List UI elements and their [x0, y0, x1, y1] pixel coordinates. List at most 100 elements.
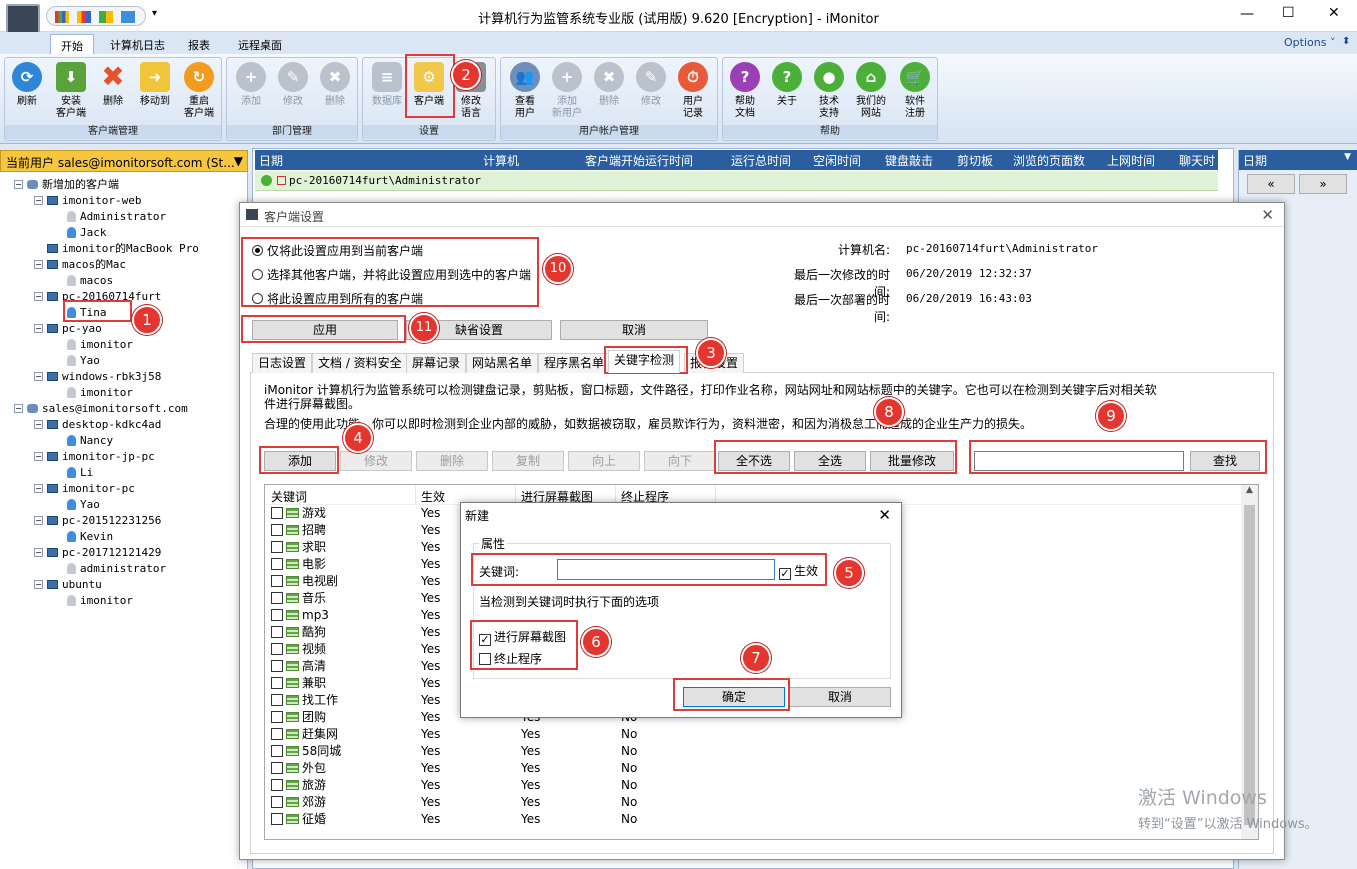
edit-keyword-button[interactable]: 修改: [340, 451, 412, 471]
collapse-icon[interactable]: −: [34, 260, 43, 269]
col-online-time[interactable]: 上网时间: [1107, 152, 1155, 169]
collapse-icon[interactable]: −: [34, 548, 43, 557]
col-date[interactable]: 日期: [259, 152, 283, 169]
list-item[interactable]: 征婚 Yes Yes No: [265, 811, 1258, 828]
tree-node[interactable]: − windows-rbk3j58: [14, 368, 247, 384]
checkbox-icon[interactable]: [271, 541, 283, 553]
collapse-icon[interactable]: −: [34, 580, 43, 589]
register-button[interactable]: 🛒 软件 注册: [895, 62, 935, 120]
view-users-button[interactable]: 👥 查看 用户: [505, 62, 545, 120]
checkbox-icon[interactable]: [271, 626, 283, 638]
tree-node[interactable]: − pc-yao: [14, 320, 247, 336]
tree-node[interactable]: − pc-201712121429: [14, 544, 247, 560]
checkbox-icon[interactable]: [271, 609, 283, 621]
tree-node[interactable]: Yao: [14, 352, 247, 368]
close-button[interactable]: ✕: [1328, 5, 1340, 21]
list-item[interactable]: 外包 Yes Yes No: [265, 760, 1258, 777]
minimize-button[interactable]: —: [1240, 6, 1254, 22]
collapse-icon[interactable]: −: [34, 484, 43, 493]
tab-screen-record[interactable]: 屏幕记录: [406, 353, 467, 373]
tree-node[interactable]: − imonitor-pc: [14, 480, 247, 496]
collapse-icon[interactable]: −: [14, 180, 23, 189]
tree-node[interactable]: Administrator: [14, 208, 247, 224]
tree-node[interactable]: imonitor: [14, 384, 247, 400]
tab-computer-log[interactable]: 计算机日志: [100, 34, 175, 54]
new-cancel-button[interactable]: 取消: [789, 687, 891, 707]
checkbox-icon[interactable]: [271, 711, 283, 723]
refresh-button[interactable]: ⟳ 刷新: [7, 62, 47, 108]
user-log-button[interactable]: ⏱ 用户 记录: [673, 62, 713, 120]
col-computer[interactable]: 计算机: [483, 152, 519, 169]
tab-program-blacklist[interactable]: 程序黑名单: [538, 353, 611, 373]
collapse-icon[interactable]: −: [34, 452, 43, 461]
delete-client-button[interactable]: ✖ 删除: [93, 62, 133, 108]
collapse-icon[interactable]: −: [14, 404, 23, 413]
install-client-button[interactable]: ⬇ 安装 客户端: [51, 62, 91, 120]
collapse-icon[interactable]: −: [34, 292, 43, 301]
checkbox-icon[interactable]: [271, 677, 283, 689]
move-down-button[interactable]: 向下: [644, 451, 716, 471]
tree-node[interactable]: − sales@imonitorsoft.com: [14, 400, 247, 416]
tab-start[interactable]: 开始: [50, 34, 94, 54]
our-website-button[interactable]: ⌂ 我们的 网站: [851, 62, 891, 120]
list-item[interactable]: 58同城 Yes Yes No: [265, 743, 1258, 760]
tech-support-button[interactable]: ● 技术 支持: [809, 62, 849, 120]
help-doc-button[interactable]: ? 帮助 文档: [725, 62, 765, 120]
col-enabled[interactable]: 生效: [421, 488, 445, 505]
table-row[interactable]: pc-20160714furt\Administrator: [255, 171, 1218, 191]
col-clipboard[interactable]: 剪切板: [957, 152, 993, 169]
collapse-icon[interactable]: −: [34, 516, 43, 525]
cancel-button[interactable]: 取消: [560, 320, 708, 340]
checkbox-icon[interactable]: [271, 507, 283, 519]
list-item[interactable]: 旅游 Yes Yes No: [265, 777, 1258, 794]
checkbox-icon[interactable]: [271, 728, 283, 740]
new-dialog-close-icon[interactable]: ✕: [878, 506, 891, 524]
collapse-icon[interactable]: −: [34, 372, 43, 381]
maximize-button[interactable]: ☐: [1282, 5, 1295, 21]
list-item[interactable]: 赶集网 Yes Yes No: [265, 726, 1258, 743]
tree-node[interactable]: Yao: [14, 496, 247, 512]
tree-node[interactable]: − pc-201512231256: [14, 512, 247, 528]
col-chat-time[interactable]: 聊天时: [1179, 152, 1215, 169]
move-to-button[interactable]: ➜ 移动到: [135, 62, 175, 108]
tree-node[interactable]: macos: [14, 272, 247, 288]
delete-keyword-button[interactable]: 删除: [416, 451, 488, 471]
delete-user-button[interactable]: ✖ 删除: [589, 62, 629, 108]
database-button[interactable]: ≡ 数据库: [367, 62, 407, 108]
tab-keyword-detection[interactable]: 关键字检测: [608, 350, 681, 373]
list-item[interactable]: 郊游 Yes Yes No: [265, 794, 1258, 811]
dept-edit-button[interactable]: ✎ 修改: [273, 62, 313, 108]
tab-doc-security[interactable]: 文档 / 资料安全: [312, 353, 408, 373]
prev-button[interactable]: «: [1247, 174, 1295, 194]
checkbox-icon[interactable]: [271, 575, 283, 587]
tree-node[interactable]: imonitor: [14, 336, 247, 352]
tree-node[interactable]: − imonitor-jp-pc: [14, 448, 247, 464]
tab-report[interactable]: 报表: [178, 34, 220, 54]
options-menu[interactable]: Options ˅: [1284, 36, 1335, 49]
tree-node[interactable]: Nancy: [14, 432, 247, 448]
checkbox-icon[interactable]: [271, 524, 283, 536]
checkbox-icon[interactable]: [271, 592, 283, 604]
dialog-close-icon[interactable]: ✕: [1261, 206, 1274, 224]
tree-node[interactable]: − imonitor-web: [14, 192, 247, 208]
add-user-button[interactable]: + 添加 新用户: [547, 62, 587, 120]
checkbox-icon[interactable]: [271, 796, 283, 808]
tree-node[interactable]: − macos的Mac: [14, 256, 247, 272]
tree-node[interactable]: imonitor: [14, 592, 247, 608]
col-idle-time[interactable]: 空闲时间: [813, 152, 861, 169]
dept-add-button[interactable]: + 添加: [231, 62, 271, 108]
col-keyword[interactable]: 关键词: [271, 488, 307, 505]
checkbox-icon[interactable]: [271, 762, 283, 774]
col-keystrokes[interactable]: 键盘敲击: [885, 152, 933, 169]
scroll-up-icon[interactable]: ▲: [1241, 485, 1258, 495]
ribbon-collapse-icon[interactable]: ⬍: [1342, 36, 1350, 47]
edit-user-button[interactable]: ✎ 修改: [631, 62, 671, 108]
tab-log-settings[interactable]: 日志设置: [252, 353, 313, 373]
tree-node[interactable]: − 新增加的客户端: [14, 176, 247, 192]
checkbox-icon[interactable]: [271, 660, 283, 672]
restart-client-button[interactable]: ↻ 重启 客户端: [179, 62, 219, 120]
tree-node[interactable]: imonitor的MacBook Pro: [14, 240, 247, 256]
dept-delete-button[interactable]: ✖ 删除: [315, 62, 355, 108]
about-button[interactable]: ? 关于: [767, 62, 807, 108]
current-user-dropdown[interactable]: 当前用户 sales@imonitorsoft.com (St... ▼: [0, 150, 248, 172]
